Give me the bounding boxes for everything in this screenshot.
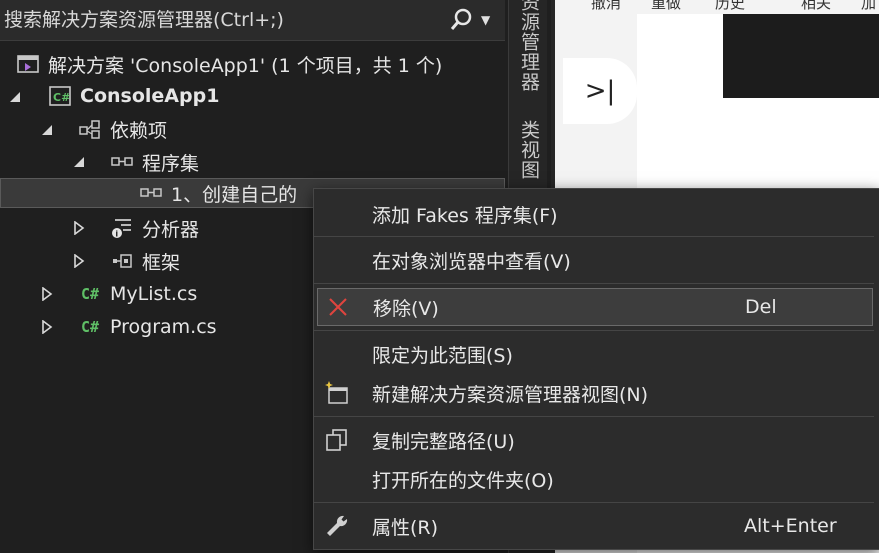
csharp-file-icon: C# xyxy=(80,318,100,336)
remove-x-icon xyxy=(325,294,351,320)
analyzer-icon: i xyxy=(110,217,134,239)
menu-separator xyxy=(314,502,874,503)
solution-label: 解决方案 'ConsoleApp1' (1 个项目，共 1 个) xyxy=(48,54,443,77)
tree-assemblies-node[interactable]: 程序集 xyxy=(110,146,199,178)
preview-panel xyxy=(723,14,879,98)
menu-separator xyxy=(314,283,874,284)
menu-item-properties[interactable]: 属性(R) Alt+Enter xyxy=(314,507,879,545)
menu-item-scope-to-this[interactable]: 限定为此范围(S) xyxy=(314,335,879,373)
assembly-icon xyxy=(139,182,163,204)
expanded-arrow-icon[interactable] xyxy=(8,90,22,104)
dependencies-label: 依赖项 xyxy=(110,119,168,142)
collapse-panel-button[interactable]: >| xyxy=(563,58,637,124)
menu-separator xyxy=(314,416,874,417)
tree-frameworks-node[interactable]: 框架 xyxy=(110,245,180,277)
menu-item-label: 添加 Fakes 程序集(F) xyxy=(372,204,558,227)
toolbar-label[interactable]: 重做 xyxy=(651,0,681,13)
menu-separator xyxy=(314,330,874,331)
search-bar: ▼ xyxy=(0,0,505,41)
menu-item-copy-full-path[interactable]: 复制完整路径(U) xyxy=(314,421,879,459)
menu-item-shortcut: Alt+Enter xyxy=(744,515,837,537)
toolbar-label[interactable]: 加 xyxy=(861,0,876,13)
solution-icon xyxy=(16,53,40,75)
menu-item-remove[interactable]: 移除(V) Del xyxy=(317,288,873,326)
menu-item-view-in-object-browser[interactable]: 在对象浏览器中查看(V) xyxy=(314,241,879,279)
menu-item-label: 在对象浏览器中查看(V) xyxy=(372,250,571,273)
assembly-icon xyxy=(110,151,134,173)
tree-project-node[interactable]: C# ConsoleApp1 xyxy=(48,80,219,112)
menu-item-label: 复制完整路径(U) xyxy=(372,430,515,453)
file-label: Program.cs xyxy=(110,316,217,338)
tree-analyzers-node[interactable]: i 分析器 xyxy=(110,212,199,244)
menu-item-shortcut: Del xyxy=(745,296,777,318)
svg-text:i: i xyxy=(115,230,118,239)
tab-strip-edge xyxy=(547,0,551,190)
menu-separator xyxy=(314,236,874,237)
collapsed-arrow-icon[interactable] xyxy=(40,320,54,334)
search-icon[interactable] xyxy=(449,7,475,33)
menu-item-new-solution-explorer-view[interactable]: 新建解决方案资源管理器视图(N) xyxy=(314,374,879,412)
menu-item-label: 打开所在的文件夹(O) xyxy=(372,469,554,492)
menu-item-label: 限定为此范围(S) xyxy=(372,344,513,367)
wrench-icon xyxy=(324,513,350,539)
toolbar-label[interactable]: 撤消 xyxy=(591,0,621,13)
tree-file-mylist[interactable]: C# MyList.cs xyxy=(78,278,197,310)
assembly-item-label: 1、创建自己的 xyxy=(171,183,298,206)
menu-item-add-fakes-assembly[interactable]: 添加 Fakes 程序集(F) xyxy=(314,195,879,233)
tree-dependencies-node[interactable]: 依赖项 xyxy=(78,113,167,145)
csharp-project-icon: C# xyxy=(48,85,72,107)
expanded-arrow-icon[interactable] xyxy=(40,123,54,137)
framework-icon xyxy=(110,250,134,272)
menu-item-label: 移除(V) xyxy=(373,297,439,320)
tree-solution-node[interactable]: 解决方案 'ConsoleApp1' (1 个项目，共 1 个) xyxy=(16,48,442,80)
expanded-arrow-icon[interactable] xyxy=(72,155,86,169)
tab-solution-explorer[interactable]: 资源管理器 xyxy=(513,0,543,102)
analyzers-label: 分析器 xyxy=(142,218,200,241)
copy-icon xyxy=(324,427,350,453)
dependencies-icon xyxy=(78,118,102,140)
context-menu: 添加 Fakes 程序集(F) 在对象浏览器中查看(V) 移除(V) Del 限… xyxy=(313,188,879,550)
collapsed-arrow-icon[interactable] xyxy=(72,254,86,268)
menu-item-open-containing-folder[interactable]: 打开所在的文件夹(O) xyxy=(314,460,879,498)
search-options-dropdown[interactable]: ▼ xyxy=(481,13,493,27)
new-view-icon xyxy=(324,380,350,406)
csharp-file-icon: C# xyxy=(80,285,100,303)
search-input[interactable] xyxy=(0,0,449,41)
svg-text:C#: C# xyxy=(53,91,70,104)
file-label: MyList.cs xyxy=(110,283,198,305)
tree-file-program[interactable]: C# Program.cs xyxy=(78,311,217,343)
menu-item-label: 属性(R) xyxy=(372,516,439,539)
collapsed-arrow-icon[interactable] xyxy=(40,287,54,301)
project-label: ConsoleApp1 xyxy=(80,85,220,107)
toolbar-label[interactable]: 历史 xyxy=(715,0,745,13)
menu-item-label: 新建解决方案资源管理器视图(N) xyxy=(372,383,649,406)
collapsed-arrow-icon[interactable] xyxy=(72,221,86,235)
toolbar-label[interactable]: 相关 xyxy=(801,0,831,13)
frameworks-label: 框架 xyxy=(142,251,181,274)
assemblies-label: 程序集 xyxy=(142,152,200,175)
